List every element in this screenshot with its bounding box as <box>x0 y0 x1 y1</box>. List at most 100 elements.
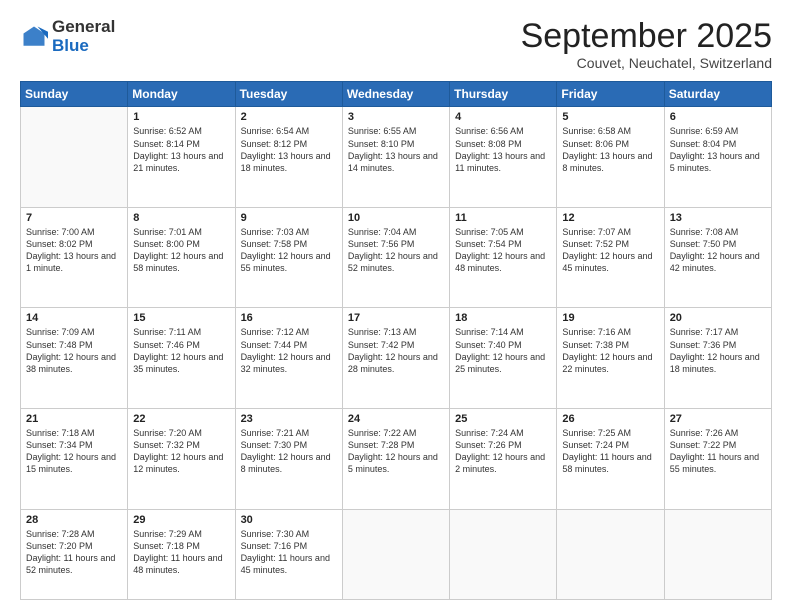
day-info: Sunrise: 6:54 AM Sunset: 8:12 PM Dayligh… <box>241 125 337 174</box>
day-number: 28 <box>26 514 122 526</box>
day-number: 10 <box>348 212 444 224</box>
day-info: Sunrise: 7:21 AM Sunset: 7:30 PM Dayligh… <box>241 427 337 476</box>
calendar-day-cell: 12 Sunrise: 7:07 AM Sunset: 7:52 PM Dayli… <box>557 207 664 308</box>
calendar-day-cell <box>342 509 449 599</box>
day-info: Sunrise: 7:26 AM Sunset: 7:22 PM Dayligh… <box>670 427 766 476</box>
day-number: 3 <box>348 111 444 123</box>
day-info: Sunrise: 7:00 AM Sunset: 8:02 PM Dayligh… <box>26 226 122 275</box>
day-number: 25 <box>455 413 551 425</box>
day-number: 26 <box>562 413 658 425</box>
day-number: 20 <box>670 312 766 324</box>
day-number: 12 <box>562 212 658 224</box>
calendar-day-cell: 15 Sunrise: 7:11 AM Sunset: 7:46 PM Dayli… <box>128 308 235 409</box>
calendar-day-cell: 25 Sunrise: 7:24 AM Sunset: 7:26 PM Dayli… <box>450 408 557 509</box>
day-info: Sunrise: 7:09 AM Sunset: 7:48 PM Dayligh… <box>26 326 122 375</box>
calendar-day-cell: 19 Sunrise: 7:16 AM Sunset: 7:38 PM Dayli… <box>557 308 664 409</box>
day-info: Sunrise: 7:28 AM Sunset: 7:20 PM Dayligh… <box>26 528 122 577</box>
calendar-week-row: 21 Sunrise: 7:18 AM Sunset: 7:34 PM Dayli… <box>21 408 772 509</box>
day-number: 1 <box>133 111 229 123</box>
day-number: 8 <box>133 212 229 224</box>
calendar-day-cell: 3 Sunrise: 6:55 AM Sunset: 8:10 PM Daylig… <box>342 107 449 208</box>
header-thursday: Thursday <box>450 82 557 107</box>
calendar-day-cell: 5Sunrise: 6:58 AM Sunset: 8:06 PM Daylig… <box>557 107 664 208</box>
calendar-title: September 2025 <box>521 18 772 55</box>
day-number: 9 <box>241 212 337 224</box>
day-number: 17 <box>348 312 444 324</box>
day-info: Sunrise: 7:07 AM Sunset: 7:52 PM Dayligh… <box>562 226 658 275</box>
logo: General Blue <box>20 18 115 55</box>
header: General Blue September 2025 Couvet, Neuc… <box>20 18 772 71</box>
day-number: 13 <box>670 212 766 224</box>
calendar-day-cell <box>557 509 664 599</box>
calendar-week-row: 1 Sunrise: 6:52 AM Sunset: 8:14 PM Daylig… <box>21 107 772 208</box>
day-info: Sunrise: 6:59 AM Sunset: 8:04 PM Dayligh… <box>670 125 766 174</box>
calendar-day-cell: 23Sunrise: 7:21 AM Sunset: 7:30 PM Dayli… <box>235 408 342 509</box>
header-saturday: Saturday <box>664 82 771 107</box>
day-number: 19 <box>562 312 658 324</box>
calendar-day-cell: 14 Sunrise: 7:09 AM Sunset: 7:48 PM Dayli… <box>21 308 128 409</box>
day-number: 11 <box>455 212 551 224</box>
day-number: 4 <box>455 111 551 123</box>
header-tuesday: Tuesday <box>235 82 342 107</box>
day-info: Sunrise: 6:55 AM Sunset: 8:10 PM Dayligh… <box>348 125 444 174</box>
calendar-day-cell: 13Sunrise: 7:08 AM Sunset: 7:50 PM Dayli… <box>664 207 771 308</box>
day-number: 15 <box>133 312 229 324</box>
calendar-day-cell: 20 Sunrise: 7:17 AM Sunset: 7:36 PM Dayli… <box>664 308 771 409</box>
day-number: 16 <box>241 312 337 324</box>
calendar-day-cell: 24 Sunrise: 7:22 AM Sunset: 7:28 PM Dayli… <box>342 408 449 509</box>
calendar-day-cell: 7 Sunrise: 7:00 AM Sunset: 8:02 PM Daylig… <box>21 207 128 308</box>
day-info: Sunrise: 6:52 AM Sunset: 8:14 PM Dayligh… <box>133 125 229 174</box>
calendar-table: Sunday Monday Tuesday Wednesday Thursday… <box>20 81 772 600</box>
day-info: Sunrise: 7:04 AM Sunset: 7:56 PM Dayligh… <box>348 226 444 275</box>
calendar-day-cell: 18 Sunrise: 7:14 AM Sunset: 7:40 PM Dayli… <box>450 308 557 409</box>
calendar-day-cell: 6 Sunrise: 6:59 AM Sunset: 8:04 PM Daylig… <box>664 107 771 208</box>
day-number: 22 <box>133 413 229 425</box>
day-info: Sunrise: 7:30 AM Sunset: 7:16 PM Dayligh… <box>241 528 337 577</box>
day-number: 30 <box>241 514 337 526</box>
calendar-day-cell: 2Sunrise: 6:54 AM Sunset: 8:12 PM Daylig… <box>235 107 342 208</box>
logo-icon <box>20 23 48 51</box>
day-info: Sunrise: 7:24 AM Sunset: 7:26 PM Dayligh… <box>455 427 551 476</box>
calendar-day-cell: 1 Sunrise: 6:52 AM Sunset: 8:14 PM Daylig… <box>128 107 235 208</box>
calendar-day-cell: 27 Sunrise: 7:26 AM Sunset: 7:22 PM Dayli… <box>664 408 771 509</box>
calendar-subtitle: Couvet, Neuchatel, Switzerland <box>521 55 772 71</box>
calendar-day-cell: 29Sunrise: 7:29 AM Sunset: 7:18 PM Dayli… <box>128 509 235 599</box>
weekday-header-row: Sunday Monday Tuesday Wednesday Thursday… <box>21 82 772 107</box>
header-friday: Friday <box>557 82 664 107</box>
day-info: Sunrise: 7:16 AM Sunset: 7:38 PM Dayligh… <box>562 326 658 375</box>
calendar-day-cell: 22 Sunrise: 7:20 AM Sunset: 7:32 PM Dayli… <box>128 408 235 509</box>
logo-general-text: General <box>52 18 115 37</box>
day-number: 7 <box>26 212 122 224</box>
calendar-week-row: 14 Sunrise: 7:09 AM Sunset: 7:48 PM Dayli… <box>21 308 772 409</box>
day-info: Sunrise: 7:11 AM Sunset: 7:46 PM Dayligh… <box>133 326 229 375</box>
calendar-week-row: 7 Sunrise: 7:00 AM Sunset: 8:02 PM Daylig… <box>21 207 772 308</box>
logo-text: General Blue <box>52 18 115 55</box>
calendar-day-cell: 21 Sunrise: 7:18 AM Sunset: 7:34 PM Dayli… <box>21 408 128 509</box>
day-info: Sunrise: 7:20 AM Sunset: 7:32 PM Dayligh… <box>133 427 229 476</box>
day-info: Sunrise: 7:17 AM Sunset: 7:36 PM Dayligh… <box>670 326 766 375</box>
day-number: 21 <box>26 413 122 425</box>
calendar-day-cell: 9 Sunrise: 7:03 AM Sunset: 7:58 PM Daylig… <box>235 207 342 308</box>
header-sunday: Sunday <box>21 82 128 107</box>
calendar-day-cell <box>664 509 771 599</box>
calendar-day-cell: 4Sunrise: 6:56 AM Sunset: 8:08 PM Daylig… <box>450 107 557 208</box>
day-info: Sunrise: 7:12 AM Sunset: 7:44 PM Dayligh… <box>241 326 337 375</box>
day-info: Sunrise: 7:03 AM Sunset: 7:58 PM Dayligh… <box>241 226 337 275</box>
day-number: 27 <box>670 413 766 425</box>
day-number: 6 <box>670 111 766 123</box>
calendar-day-cell: 16 Sunrise: 7:12 AM Sunset: 7:44 PM Dayli… <box>235 308 342 409</box>
day-info: Sunrise: 7:22 AM Sunset: 7:28 PM Dayligh… <box>348 427 444 476</box>
calendar-day-cell: 26Sunrise: 7:25 AM Sunset: 7:24 PM Dayli… <box>557 408 664 509</box>
day-info: Sunrise: 7:13 AM Sunset: 7:42 PM Dayligh… <box>348 326 444 375</box>
calendar-day-cell: 17 Sunrise: 7:13 AM Sunset: 7:42 PM Dayli… <box>342 308 449 409</box>
day-number: 14 <box>26 312 122 324</box>
day-number: 18 <box>455 312 551 324</box>
day-info: Sunrise: 7:14 AM Sunset: 7:40 PM Dayligh… <box>455 326 551 375</box>
calendar-day-cell: 30 Sunrise: 7:30 AM Sunset: 7:16 PM Dayli… <box>235 509 342 599</box>
day-info: Sunrise: 7:29 AM Sunset: 7:18 PM Dayligh… <box>133 528 229 577</box>
day-info: Sunrise: 7:18 AM Sunset: 7:34 PM Dayligh… <box>26 427 122 476</box>
day-info: Sunrise: 7:05 AM Sunset: 7:54 PM Dayligh… <box>455 226 551 275</box>
day-number: 24 <box>348 413 444 425</box>
calendar-day-cell <box>21 107 128 208</box>
day-info: Sunrise: 6:58 AM Sunset: 8:06 PM Dayligh… <box>562 125 658 174</box>
